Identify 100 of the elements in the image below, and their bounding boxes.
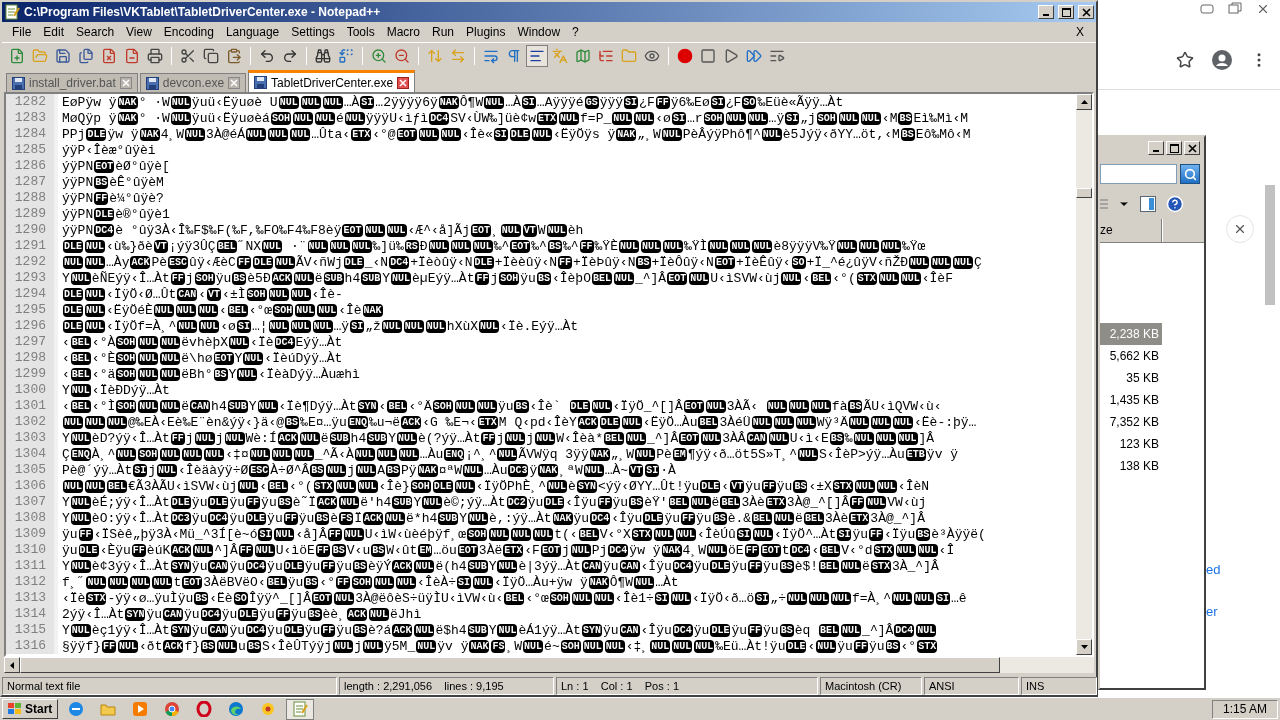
link[interactable]: er xyxy=(1206,604,1218,619)
up-arrow-icon[interactable] xyxy=(1080,100,1088,104)
control-character: NUL xyxy=(853,431,874,445)
control-character: NUL xyxy=(351,239,372,253)
menu-item[interactable]: Run xyxy=(426,25,461,39)
control-character: NUL xyxy=(690,495,711,509)
code-text: Y xyxy=(459,510,468,526)
control-character: FF xyxy=(579,239,594,253)
file-size[interactable]: 7,352 KB xyxy=(1100,411,1162,433)
control-character: SI xyxy=(493,127,508,141)
wave-logo-icon[interactable] xyxy=(228,701,245,717)
code-text: ‹ËÿÖ…Àu xyxy=(642,414,698,430)
scroll-thumb[interactable] xyxy=(1076,188,1092,198)
code-text: ÿÿÿ xyxy=(599,94,624,110)
control-character: NUL xyxy=(118,639,139,653)
control-character: NUL xyxy=(363,639,383,653)
minimize-button[interactable] xyxy=(1148,141,1164,155)
left-arrow-icon[interactable] xyxy=(10,661,14,669)
control-character: NUL xyxy=(157,463,178,477)
menu-item[interactable]: Search xyxy=(70,25,121,39)
notepad-icon[interactable] xyxy=(292,701,309,717)
close-icon[interactable] xyxy=(1233,222,1247,236)
control-character: NAK xyxy=(538,463,559,477)
menu-item[interactable]: Window xyxy=(511,25,567,39)
page-scrollbar[interactable] xyxy=(1265,185,1275,305)
file-size[interactable]: 123 KB xyxy=(1100,433,1162,455)
document-tab[interactable]: devcon.exe xyxy=(139,73,247,92)
file-size[interactable]: 138 KB xyxy=(1100,455,1162,477)
document-tab[interactable]: install_driver.bat xyxy=(6,73,138,92)
control-character: NUL xyxy=(798,447,818,461)
code-text: è °ûÿ3À‹Î‰F$‰F(‰F,‰FO‰F4‰F8èÿ xyxy=(115,222,342,238)
play-icon[interactable] xyxy=(132,701,149,717)
menu-item[interactable]: Edit xyxy=(37,25,71,39)
control-character: BS xyxy=(285,415,300,429)
down-arrow-icon[interactable] xyxy=(1080,645,1088,649)
file-size[interactable]: 5,662 KB xyxy=(1100,345,1162,367)
letter-e-logo-icon[interactable] xyxy=(68,701,85,717)
control-character: NUL xyxy=(479,319,500,333)
file-size[interactable]: 1,435 KB xyxy=(1100,389,1162,411)
code-text: …À xyxy=(343,94,360,110)
code-text: Ô¶W xyxy=(459,94,484,110)
taskbar-button[interactable] xyxy=(286,698,315,720)
column-header[interactable]: ze xyxy=(1100,219,1162,242)
menu-item[interactable]: View xyxy=(120,25,158,39)
menu-item[interactable]: Tools xyxy=(340,25,381,39)
code-text: „¸W xyxy=(610,446,635,462)
menu-item[interactable]: Settings xyxy=(285,25,341,39)
help-icon[interactable] xyxy=(1166,195,1184,213)
line-number: 1285 xyxy=(6,142,58,158)
link[interactable]: ed xyxy=(1206,562,1221,577)
control-character: NUL xyxy=(295,303,316,317)
code-text: U‹ìW‹ùèéþÿf¸œ xyxy=(364,526,467,542)
control-character: NUL xyxy=(381,319,402,333)
menu-item[interactable]: Language xyxy=(219,25,286,39)
code-text: ÿu xyxy=(527,494,544,510)
search-button[interactable] xyxy=(1180,164,1200,184)
minimize-button[interactable] xyxy=(1038,5,1054,19)
menu-item[interactable]: Macro xyxy=(380,25,426,39)
code-text: ÿu xyxy=(573,510,590,526)
file-size[interactable]: 35 KB xyxy=(1100,367,1162,389)
close-document-button[interactable]: X xyxy=(1068,25,1092,39)
browser-icon[interactable] xyxy=(164,701,181,717)
close-icon[interactable] xyxy=(1256,2,1270,16)
control-character: CAN xyxy=(581,559,602,573)
code-text: ÿu xyxy=(267,622,283,638)
menu-item[interactable]: File xyxy=(6,25,38,39)
vertical-scrollbar[interactable] xyxy=(1076,94,1092,655)
start-button[interactable]: Start xyxy=(2,699,59,719)
menu-item[interactable]: Encoding xyxy=(157,25,220,39)
ring-logo-icon[interactable] xyxy=(196,701,213,717)
control-character: NUL xyxy=(85,303,106,317)
code-text: ‰Ÿœ xyxy=(901,238,926,254)
code-text: ‹Îÿu xyxy=(640,622,672,638)
control-character: BEL xyxy=(70,335,91,349)
control-character: SYN xyxy=(125,607,146,621)
avatar-icon[interactable] xyxy=(1212,49,1232,70)
control-character: NUL xyxy=(414,623,435,637)
menu-item[interactable]: ? xyxy=(566,25,585,39)
control-character: NUL xyxy=(290,319,311,333)
address-field[interactable] xyxy=(1100,164,1177,184)
code-text: 3ÀéÜ xyxy=(719,414,751,430)
code-text: „ž xyxy=(365,318,381,334)
control-character: DLE xyxy=(509,127,530,141)
star-icon[interactable] xyxy=(1176,50,1194,69)
code-text: è,:ýÿ…Àt xyxy=(489,510,552,526)
control-character: BS xyxy=(898,111,913,125)
line-number: 1289 xyxy=(6,206,58,222)
code-text: ‹°È xyxy=(91,350,116,366)
document-tab[interactable]: TabletDriverCenter.exe xyxy=(248,70,416,92)
code-text: À÷Ø^Â xyxy=(270,462,310,478)
close-icon[interactable] xyxy=(397,76,410,89)
preview-pane-icon[interactable] xyxy=(1140,196,1156,212)
flower-icon[interactable] xyxy=(260,701,277,717)
restore-icon[interactable] xyxy=(1228,2,1242,14)
code-text: -ýÿ‹ø…ÿuÌÿu xyxy=(107,590,194,606)
control-character: NUL xyxy=(268,127,289,141)
control-character: NUL xyxy=(194,431,215,445)
control-character: FF xyxy=(102,639,117,653)
control-character: BS xyxy=(536,271,551,285)
menu-item[interactable]: Plugins xyxy=(460,25,512,39)
